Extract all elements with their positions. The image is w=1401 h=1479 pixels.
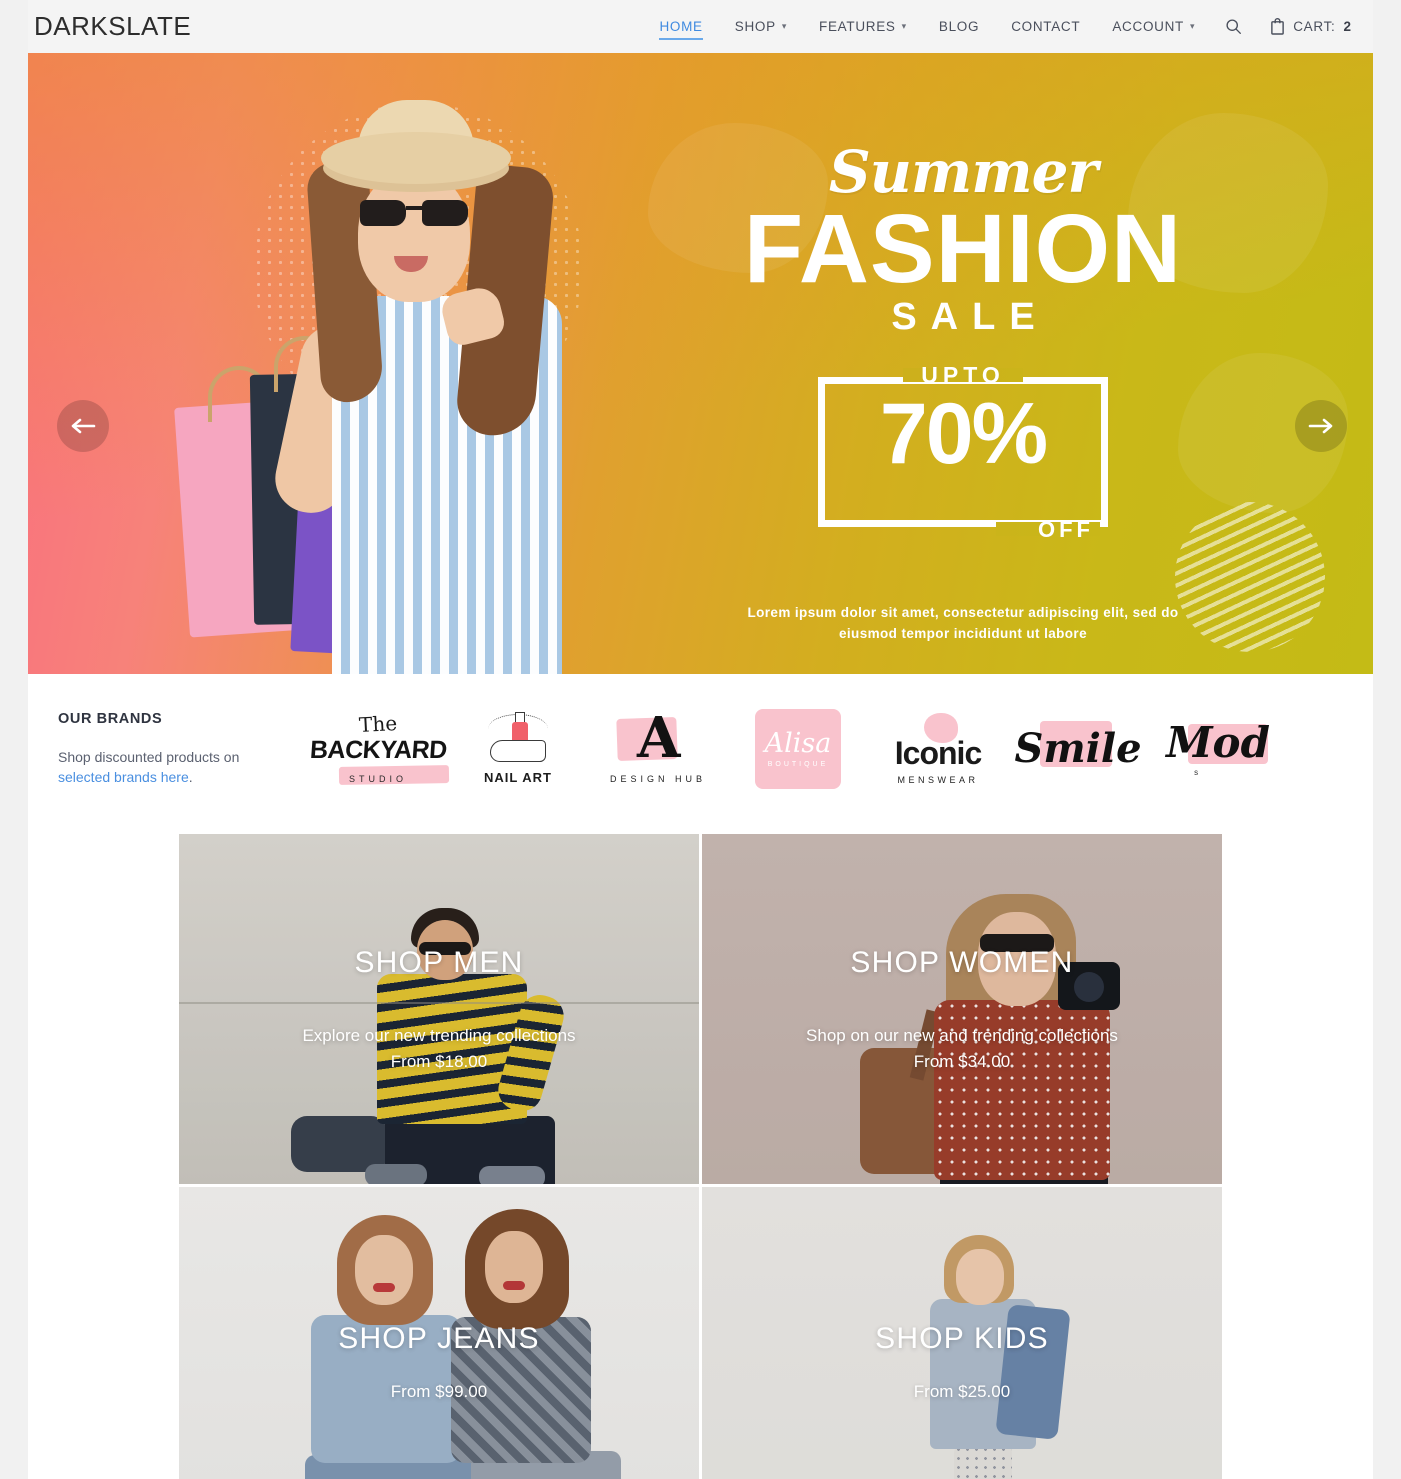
brands-link[interactable]: selected brands here	[58, 769, 189, 785]
brand-logo-a-design-hub[interactable]: A DESIGN HUB	[588, 699, 728, 799]
hero-model-image	[146, 74, 646, 674]
carousel-prev-button[interactable]	[57, 400, 109, 452]
brand-line-1: The	[358, 710, 398, 737]
nav-item-label: CONTACT	[1011, 19, 1081, 34]
category-title: SHOP MEN	[354, 946, 524, 979]
category-title: SHOP WOMEN	[850, 946, 1074, 979]
offer-value: 70%	[879, 386, 1048, 483]
category-tile-shop-jeans[interactable]: SHOP JEANS From $99.00	[179, 1187, 699, 1479]
brand-line-1: A	[637, 705, 681, 771]
nav-item-home[interactable]: HOME	[643, 13, 718, 40]
offer-prefix: UPTO	[921, 362, 1005, 389]
page-content: DARKSLATE HOME SHOP ▾ FEATURES ▾ BLOG CO…	[28, 0, 1373, 1479]
brand-line-2: BOUTIQUE	[767, 761, 829, 768]
nav-item-blog[interactable]: BLOG	[923, 13, 995, 40]
chevron-down-icon: ▾	[781, 21, 788, 31]
brands-section: OUR BRANDS Shop discounted products on s…	[28, 674, 1373, 824]
nav-item-label: HOME	[659, 19, 703, 34]
brand-logo-smile[interactable]: Smile	[1008, 699, 1148, 799]
brand-logo-nail-art[interactable]: NAIL ART	[448, 699, 588, 799]
nav-item-features[interactable]: FEATURES ▾	[803, 13, 923, 40]
search-icon	[1226, 19, 1242, 34]
category-tile-shop-women[interactable]: SHOP WOMEN Shop on our new and trending …	[702, 834, 1222, 1184]
cart-label: CART:	[1293, 19, 1336, 34]
hero-carousel: Summer FASHION SALE UPTO 70% OFF Lorem i…	[28, 53, 1373, 674]
model-face	[358, 170, 470, 302]
nav-item-label: BLOG	[938, 19, 980, 34]
nav-item-contact[interactable]: CONTACT	[995, 13, 1096, 40]
hero-main-title: FASHION	[743, 194, 1183, 303]
model-hat-brim	[321, 132, 511, 184]
brand-logo-strip: The BACKYARD STUDIO NAIL ART A DESIGN HU…	[308, 699, 1373, 799]
site-logo[interactable]: DARKSLATE	[34, 11, 191, 42]
brand-line-2: MENSWEAR	[897, 775, 979, 785]
category-price: From $18.00	[390, 1052, 488, 1071]
carousel-next-button[interactable]	[1295, 400, 1347, 452]
sunglasses-icon	[360, 200, 468, 226]
brand-logo-iconic-menswear[interactable]: Iconic MENSWEAR	[868, 699, 1008, 799]
category-description: Shop on our new and trending collections	[806, 1026, 1118, 1045]
brand-line-1: NAIL ART	[484, 769, 552, 785]
nav-item-label: SHOP	[734, 19, 776, 34]
brand-line-1: Mod	[1166, 717, 1270, 767]
brand-line-2: s	[1194, 767, 1202, 777]
nav-item-label: ACCOUNT	[1112, 19, 1184, 34]
arrow-left-icon	[71, 418, 96, 434]
hero-offer-box: UPTO 70% OFF	[818, 362, 1108, 542]
category-text-kids: SHOP KIDS From $25.00	[875, 1322, 1049, 1402]
category-price: From $34.00	[913, 1052, 1011, 1071]
chevron-down-icon: ▾	[901, 21, 907, 31]
brand-logo-the-backyard-studio[interactable]: The BACKYARD STUDIO	[308, 699, 450, 799]
category-row-bottom: SHOP JEANS From $99.00 SHOP KIDS From $2…	[28, 1187, 1373, 1479]
a-glyph-wrap: A	[615, 710, 701, 772]
shopping-bag-icon	[1271, 18, 1285, 35]
brand-line-1: Iconic	[894, 735, 982, 771]
category-description: Explore our new trending collections	[302, 1026, 576, 1045]
brands-description: Shop discounted products on selected bra…	[58, 747, 308, 788]
site-header: DARKSLATE HOME SHOP ▾ FEATURES ▾ BLOG CO…	[28, 0, 1373, 53]
brand-line-2: BACKYARD	[308, 735, 448, 764]
category-price: From $99.00	[390, 1382, 488, 1401]
brands-description-text: Shop discounted products on	[58, 748, 240, 765]
cart-button[interactable]: CART: 2	[1256, 12, 1355, 41]
page-root: DARKSLATE HOME SHOP ▾ FEATURES ▾ BLOG CO…	[0, 0, 1401, 1479]
nav-item-label: FEATURES	[819, 19, 896, 34]
category-grid: SHOP MEN Explore our new trending collec…	[28, 824, 1373, 1479]
alisa-pink-box: Alisa BOUTIQUE	[755, 709, 841, 789]
smile-wrap: Smile	[1014, 721, 1142, 769]
hero-description: Lorem ipsum dolor sit amet, consectetur …	[747, 605, 1179, 641]
brands-intro: OUR BRANDS Shop discounted products on s…	[58, 711, 308, 788]
category-tile-shop-men[interactable]: SHOP MEN Explore our new trending collec…	[179, 834, 699, 1184]
hero-script-title: Summer	[828, 138, 1098, 206]
brands-description-period: .	[188, 769, 193, 785]
category-row-top: SHOP MEN Explore our new trending collec…	[28, 834, 1373, 1184]
brand-line-1: Alisa	[764, 728, 832, 759]
chevron-down-icon: ▾	[1190, 21, 1196, 31]
mod-wrap: Mod s	[1166, 721, 1270, 777]
brand-line-3: STUDIO	[348, 773, 407, 784]
brand-line-3-wrap: STUDIO	[338, 764, 450, 787]
nav-item-shop[interactable]: SHOP ▾	[719, 13, 803, 40]
brand-logo-alisa-boutique[interactable]: Alisa BOUTIQUE	[728, 699, 868, 799]
category-text-women: SHOP WOMEN Shop on our new and trending …	[806, 946, 1118, 1072]
offer-suffix: OFF	[1038, 517, 1094, 543]
search-button[interactable]	[1211, 12, 1256, 41]
cart-count-badge: 2	[1343, 19, 1351, 34]
category-tile-shop-kids[interactable]: SHOP KIDS From $25.00	[702, 1187, 1222, 1479]
nav-item-account[interactable]: ACCOUNT ▾	[1096, 13, 1211, 40]
brands-heading: OUR BRANDS	[58, 710, 163, 727]
arrow-right-icon	[1308, 418, 1333, 434]
brand-line-2: DESIGN HUB	[609, 774, 706, 784]
brand-logo-mod[interactable]: Mod s	[1148, 699, 1288, 799]
nail-polish-icon	[482, 711, 554, 766]
main-navigation: HOME SHOP ▾ FEATURES ▾ BLOG CONTACT ACCO…	[643, 12, 1355, 41]
category-title: SHOP KIDS	[875, 1322, 1049, 1355]
hero-copy: Summer FASHION SALE UPTO 70% OFF	[728, 138, 1198, 542]
category-price: From $25.00	[913, 1382, 1011, 1401]
category-text-jeans: SHOP JEANS From $99.00	[338, 1322, 540, 1402]
category-title: SHOP JEANS	[338, 1322, 540, 1355]
brand-line-1: Smile	[1014, 725, 1142, 772]
category-text-men: SHOP MEN Explore our new trending collec…	[302, 946, 575, 1072]
